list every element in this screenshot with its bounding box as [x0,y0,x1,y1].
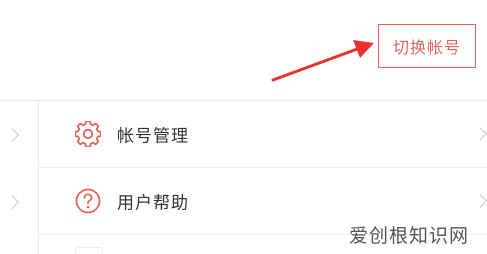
header-area: 切换帐号 [0,0,487,100]
help-circle-icon [75,188,101,214]
chevron-right-icon [4,194,20,210]
menu-item-account-management[interactable]: 帐号管理 [39,101,487,168]
gear-icon [75,121,101,147]
chevron-right-icon [4,127,20,143]
chevron-right-icon [472,193,487,209]
watermark: 爱创根知识网 [348,225,469,247]
menu-item-label: 帐号管理 [117,126,189,147]
switch-account-button[interactable]: 切换帐号 [378,24,476,68]
account-settings-screen: 切换帐号 帐号管理 用户帮助 爱创根知识网 [0,0,487,254]
chevron-right-icon [472,126,487,142]
partial-icon [75,247,103,254]
left-column [0,101,39,254]
switch-account-label: 切换帐号 [392,38,461,57]
menu-item-label: 用户帮助 [117,193,189,214]
